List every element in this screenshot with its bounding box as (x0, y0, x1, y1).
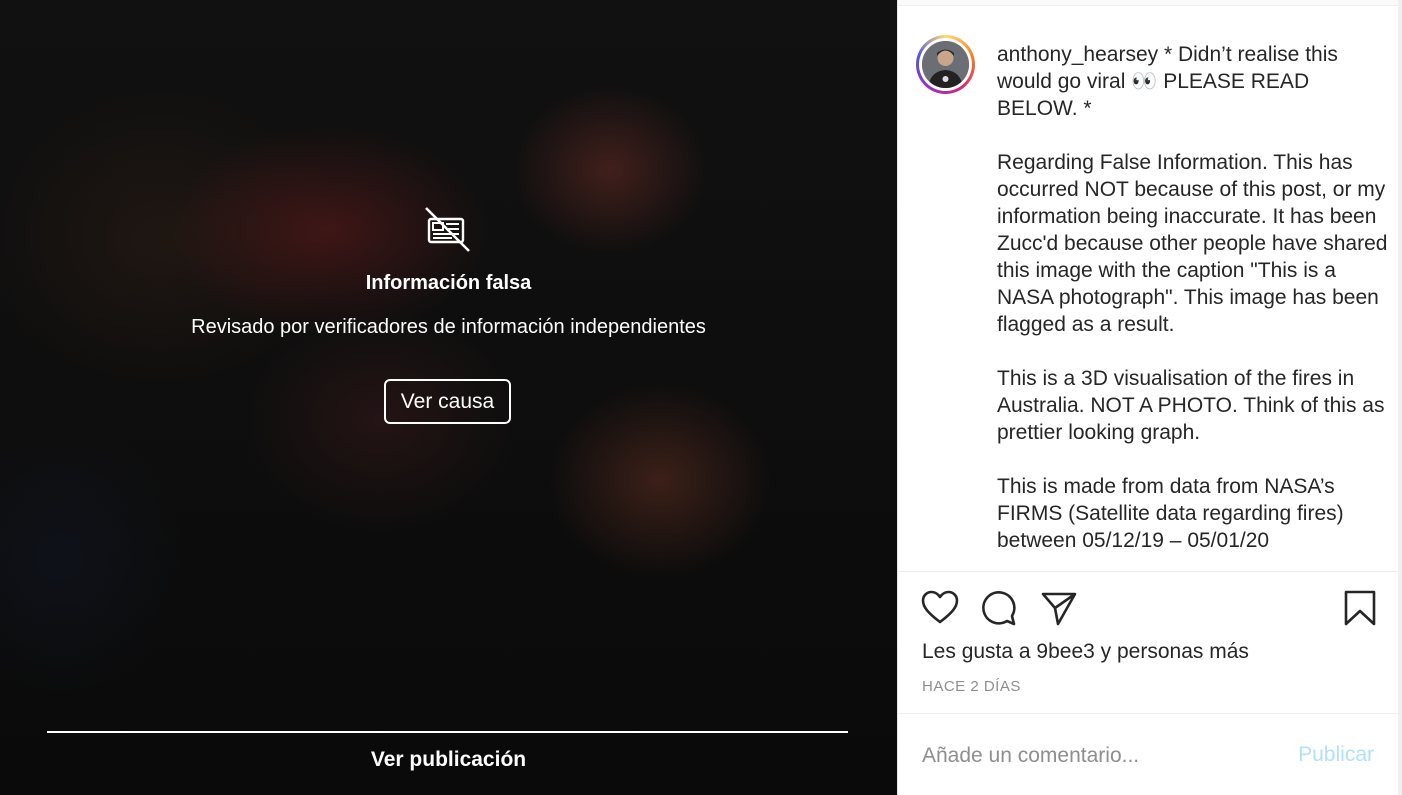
post-timestamp[interactable]: HACE 2 DÍAS (922, 678, 1021, 695)
news-crossed-icon (425, 207, 470, 252)
section-divider (898, 713, 1399, 714)
username-link[interactable]: anthony_hearsey (997, 43, 1158, 66)
caption-paragraph: anthony_hearsey * Didn’t realise this wo… (997, 41, 1392, 122)
heart-icon[interactable] (920, 588, 960, 628)
comment-icon[interactable] (979, 588, 1019, 628)
avatar-frame (919, 38, 972, 91)
scrollbar-track[interactable] (1398, 0, 1402, 795)
send-icon[interactable] (1039, 588, 1079, 628)
caption-scroll-area[interactable]: anthony_hearsey * Didn’t realise this wo… (898, 6, 1398, 571)
caption-paragraph: Regarding False Information. This has oc… (997, 151, 1388, 336)
view-post-button[interactable]: Ver publicación (0, 748, 897, 772)
comment-input[interactable] (922, 740, 1282, 772)
see-cause-button[interactable]: Ver causa (384, 379, 511, 424)
divider (47, 731, 848, 733)
bookmark-icon[interactable] (1340, 588, 1380, 628)
story-ring[interactable] (916, 35, 975, 94)
caption-paragraph: This is a 3D visualisation of the fires … (997, 367, 1385, 444)
post-media: Información falsa Revisado por verificad… (0, 0, 897, 795)
section-divider (898, 571, 1399, 572)
post-details-panel: anthony_hearsey * Didn’t realise this wo… (897, 0, 1402, 795)
likes-count[interactable]: Les gusta a 9bee3 y personas más (922, 640, 1249, 664)
false-info-title: Información falsa (365, 272, 532, 294)
publish-button[interactable]: Publicar (1298, 743, 1374, 767)
false-info-subtitle: Revisado por verificadores de informació… (191, 316, 706, 338)
post-caption: anthony_hearsey * Didn’t realise this wo… (997, 41, 1392, 571)
caption-paragraph: This is made from data from NASA’s FIRMS… (997, 475, 1344, 552)
avatar[interactable] (922, 41, 969, 88)
